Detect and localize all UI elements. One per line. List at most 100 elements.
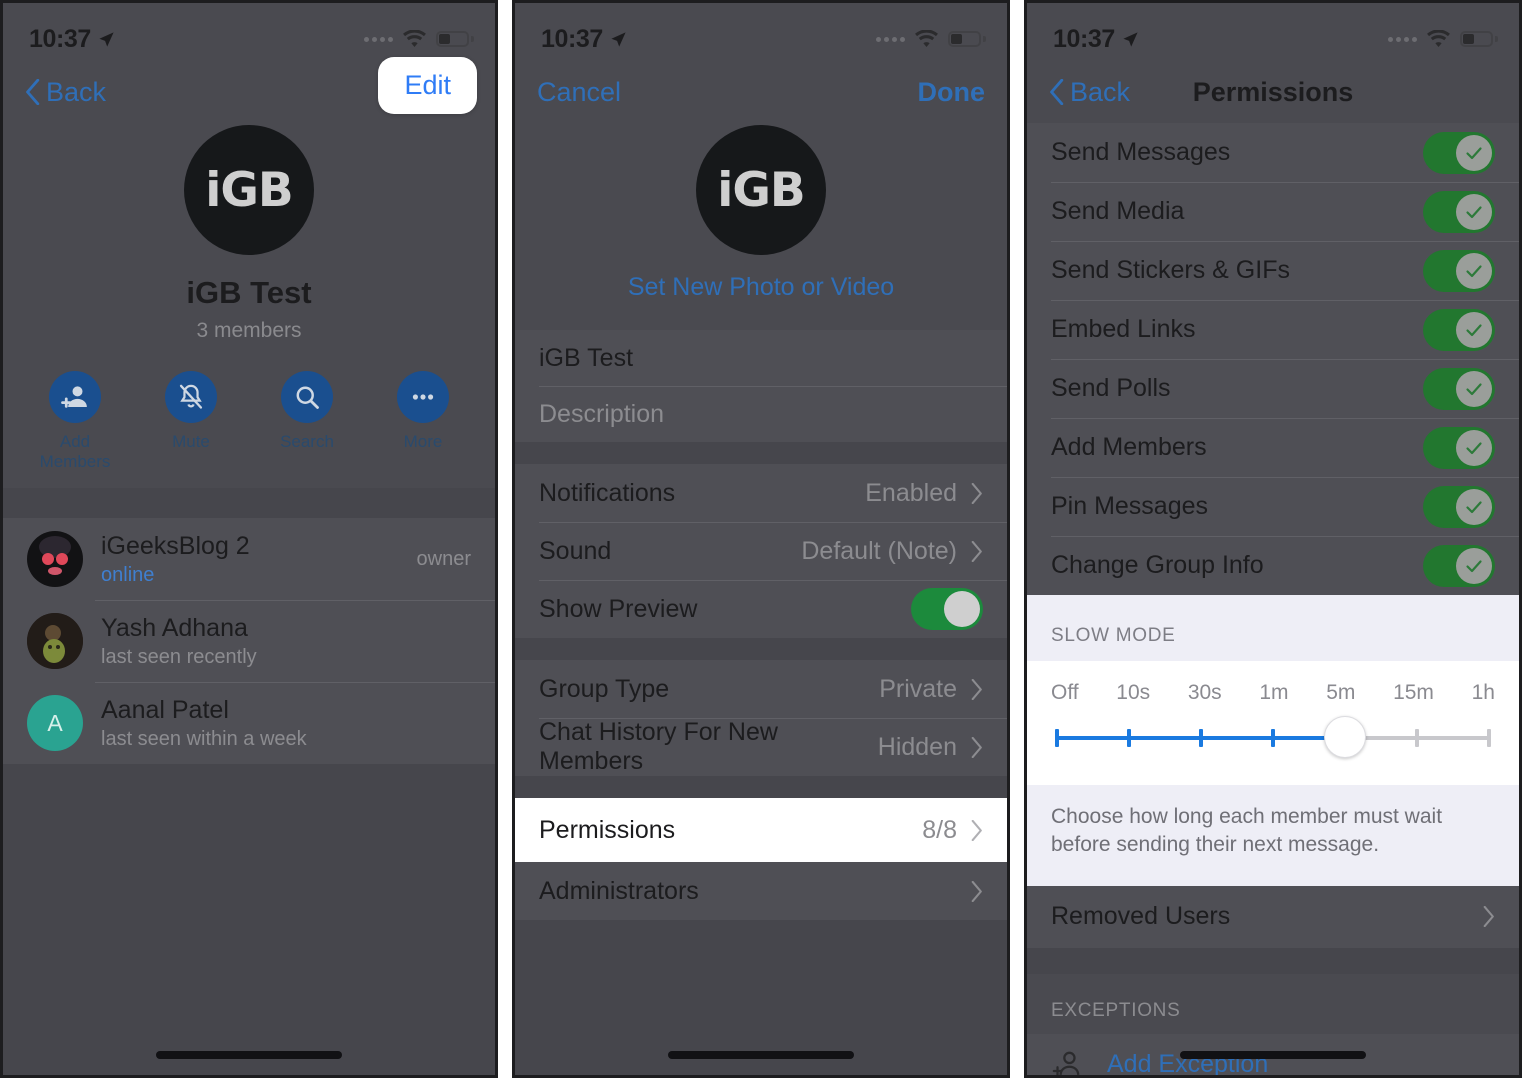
panel-border-right (1519, 0, 1522, 1078)
check-icon (1466, 264, 1482, 277)
permission-row-send-stickers-gifs[interactable]: Send Stickers & GIFs (1027, 241, 1519, 300)
permission-row-embed-links[interactable]: Embed Links (1027, 300, 1519, 359)
member-name: Yash Adhana (101, 613, 248, 642)
row-permissions[interactable]: Permissions 8/8 (515, 798, 1007, 862)
check-icon (1466, 146, 1482, 159)
notifications-section: Notifications Enabled Sound Default (Not… (515, 464, 1007, 638)
row-notifications[interactable]: Notifications Enabled (515, 464, 1007, 522)
nav-bar: Cancel Done (515, 61, 1007, 123)
permission-row-send-media[interactable]: Send Media (1027, 182, 1519, 241)
home-indicator (156, 1051, 342, 1059)
permission-row-send-polls[interactable]: Send Polls (1027, 359, 1519, 418)
check-icon (1466, 382, 1482, 395)
avatar-initial: A (47, 709, 63, 736)
row-label: Notifications (539, 478, 676, 507)
permission-toggle[interactable] (1423, 485, 1495, 528)
permission-row-send-messages[interactable]: Send Messages (1027, 123, 1519, 182)
permission-toggle[interactable] (1423, 249, 1495, 292)
chevron-right-icon (971, 678, 982, 700)
chevron-right-icon (971, 736, 982, 758)
exceptions-section: EXCEPTIONS Add Exception (1027, 974, 1519, 1075)
avatar: A (27, 695, 83, 751)
add-person-icon (49, 371, 101, 423)
nav-bar: Back Permissions (1027, 61, 1519, 123)
row-label: Administrators (539, 876, 699, 905)
row-chat-history[interactable]: Chat History For New Members Hidden (515, 718, 1007, 776)
members-list: iGeeksBlog 2 online owner Yash Adhana la… (3, 518, 495, 764)
action-add-members[interactable]: Add Members (25, 371, 125, 472)
action-more[interactable]: More (373, 371, 473, 472)
row-sound[interactable]: Sound Default (Note) (515, 522, 1007, 580)
quick-actions-row: Add Members Mute Search More (3, 349, 495, 488)
row-removed-users[interactable]: Removed Users (1027, 886, 1519, 948)
panel-border-top (1024, 0, 1522, 3)
panel-permissions: 10:37 Back Permissions Send Messages Sen… (1024, 0, 1522, 1078)
slow-mode-tick-labels: Off 10s 30s 1m 5m 15m 1h (1051, 677, 1495, 717)
back-button-label: Back (46, 76, 107, 107)
member-status: last seen within a week (101, 727, 307, 750)
slow-mode-note: Choose how long each member must wait be… (1051, 805, 1443, 857)
status-bar-time: 10:37 (541, 24, 603, 53)
chevron-right-icon (971, 880, 982, 902)
group-name-input[interactable]: iGB Test (515, 330, 1007, 386)
show-preview-toggle[interactable] (911, 588, 983, 630)
avatar (27, 531, 83, 587)
row-group-type[interactable]: Group Type Private (515, 660, 1007, 718)
wifi-icon (403, 29, 426, 47)
back-button[interactable]: Back (25, 77, 106, 108)
action-add-members-label: Add Members (39, 432, 111, 471)
permission-row-change-group-info[interactable]: Change Group Info (1027, 536, 1519, 595)
group-avatar-logo: iGB (205, 162, 294, 218)
set-new-photo-button[interactable]: Set New Photo or Video (515, 255, 1007, 324)
removed-users-section: Removed Users (1027, 885, 1519, 948)
permission-row-pin-messages[interactable]: Pin Messages (1027, 477, 1519, 536)
member-row[interactable]: iGeeksBlog 2 online owner (3, 518, 495, 600)
member-row[interactable]: Yash Adhana last seen recently (3, 600, 495, 682)
edit-button-label: Edit (404, 70, 451, 100)
slider-thumb[interactable] (1324, 716, 1366, 758)
panel-edit-group: 10:37 Cancel Done iGB Set New Photo or V… (512, 0, 1010, 1078)
action-mute[interactable]: Mute (141, 371, 241, 472)
row-show-preview[interactable]: Show Preview (515, 580, 1007, 638)
group-profile-header: iGB Set New Photo or Video (515, 123, 1007, 330)
section-gap (1027, 947, 1519, 974)
slow-mode-tick-label: 15m (1393, 681, 1434, 704)
edit-button[interactable]: Edit (378, 57, 477, 114)
group-name-fields: iGB Test Description (515, 330, 1007, 442)
permissions-section: Permissions 8/8 Administrators (515, 798, 1007, 920)
action-search[interactable]: Search (257, 371, 357, 472)
three-panel-screenshot: 10:37 Back Edit iGB iGB Test 3 members A… (0, 0, 1524, 1078)
status-bar: 10:37 (1027, 3, 1519, 61)
permission-toggle[interactable] (1423, 190, 1495, 233)
permission-toggle[interactable] (1423, 308, 1495, 351)
slider-tick (1055, 729, 1059, 747)
row-administrators[interactable]: Administrators (515, 862, 1007, 920)
permission-toggle[interactable] (1423, 544, 1495, 587)
member-row[interactable]: A Aanal Patel last seen within a week (3, 682, 495, 764)
row-label: Sound (539, 536, 612, 565)
group-avatar[interactable]: iGB (696, 125, 826, 255)
panel-border-top (0, 0, 498, 3)
member-name: Aanal Patel (101, 695, 229, 724)
panel-group-info: 10:37 Back Edit iGB iGB Test 3 members A… (0, 0, 498, 1078)
cancel-button[interactable]: Cancel (537, 77, 621, 108)
add-person-icon (1052, 1051, 1080, 1075)
permission-toggle[interactable] (1423, 131, 1495, 174)
description-input[interactable]: Description (515, 386, 1007, 442)
slider-tick (1487, 729, 1491, 747)
permission-row-add-members[interactable]: Add Members (1027, 418, 1519, 477)
member-status: online (101, 563, 155, 586)
permission-toggle[interactable] (1423, 367, 1495, 410)
group-avatar[interactable]: iGB (184, 125, 314, 255)
row-label: Send Polls (1051, 374, 1171, 402)
group-settings-section: Group Type Private Chat History For New … (515, 660, 1007, 776)
slider-tick (1198, 729, 1203, 747)
permission-toggle[interactable] (1423, 426, 1495, 469)
row-label: Embed Links (1051, 315, 1196, 343)
section-gap (3, 488, 495, 518)
back-button[interactable]: Back (1049, 77, 1130, 108)
action-mute-label: Mute (172, 432, 210, 451)
done-button[interactable]: Done (918, 77, 986, 108)
slow-mode-slider[interactable] (1051, 716, 1495, 759)
panel-border-right (495, 0, 498, 1078)
